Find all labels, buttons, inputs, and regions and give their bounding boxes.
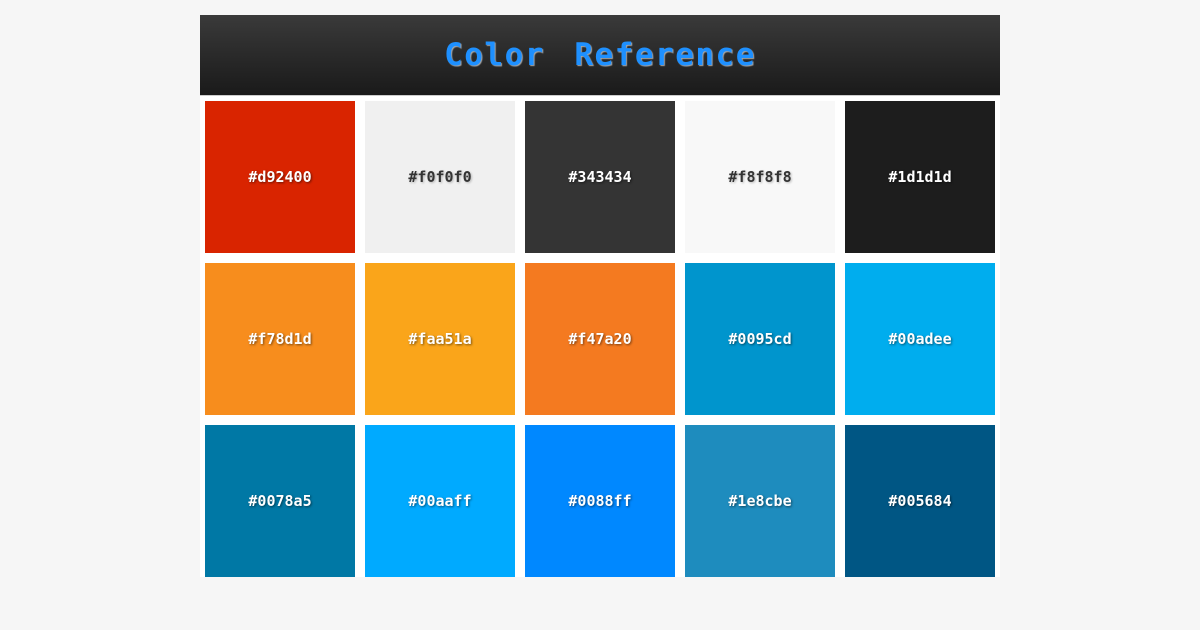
page-title: Color Reference bbox=[200, 37, 1000, 73]
header: Color Reference bbox=[200, 15, 1000, 95]
swatch-hex-label: #f78d1d bbox=[248, 330, 311, 348]
swatch-hex-label: #1e8cbe bbox=[728, 492, 791, 510]
color-swatch: #0095cd bbox=[685, 263, 835, 415]
color-swatch: #1e8cbe bbox=[685, 425, 835, 577]
color-swatch: #0078a5 bbox=[205, 425, 355, 577]
color-swatch: #005684 bbox=[845, 425, 995, 577]
color-swatch: #f47a20 bbox=[525, 263, 675, 415]
color-swatch: #f78d1d bbox=[205, 263, 355, 415]
swatch-hex-label: #00adee bbox=[888, 330, 951, 348]
color-swatch: #343434 bbox=[525, 101, 675, 253]
swatch-hex-label: #f47a20 bbox=[568, 330, 631, 348]
swatch-row: #0078a5 #00aaff #0088ff #1e8cbe #005684 bbox=[205, 425, 995, 577]
color-swatch: #00adee bbox=[845, 263, 995, 415]
swatch-hex-label: #f8f8f8 bbox=[728, 168, 791, 186]
swatch-row: #f78d1d #faa51a #f47a20 #0095cd #00adee bbox=[205, 263, 995, 415]
swatch-row: #d92400 #f0f0f0 #343434 #f8f8f8 #1d1d1d bbox=[205, 101, 995, 253]
color-reference-card: Color Reference #d92400 #f0f0f0 #343434 #f8… bbox=[200, 15, 1000, 577]
swatch-hex-label: #0095cd bbox=[728, 330, 791, 348]
swatch-hex-label: #343434 bbox=[568, 168, 631, 186]
color-swatch: #faa51a bbox=[365, 263, 515, 415]
color-swatch: #f0f0f0 bbox=[365, 101, 515, 253]
color-swatch: #1d1d1d bbox=[845, 101, 995, 253]
swatch-hex-label: #1d1d1d bbox=[888, 168, 951, 186]
swatch-hex-label: #00aaff bbox=[408, 492, 471, 510]
color-swatch: #00aaff bbox=[365, 425, 515, 577]
swatch-hex-label: #f0f0f0 bbox=[408, 168, 471, 186]
color-swatch: #f8f8f8 bbox=[685, 101, 835, 253]
swatch-hex-label: #005684 bbox=[888, 492, 951, 510]
color-swatch: #0088ff bbox=[525, 425, 675, 577]
color-swatch: #d92400 bbox=[205, 101, 355, 253]
palette: #d92400 #f0f0f0 #343434 #f8f8f8 #1d1d1d #f78d… bbox=[200, 95, 1000, 577]
swatch-hex-label: #faa51a bbox=[408, 330, 471, 348]
swatch-hex-label: #0078a5 bbox=[248, 492, 311, 510]
swatch-hex-label: #0088ff bbox=[568, 492, 631, 510]
swatch-hex-label: #d92400 bbox=[248, 168, 311, 186]
